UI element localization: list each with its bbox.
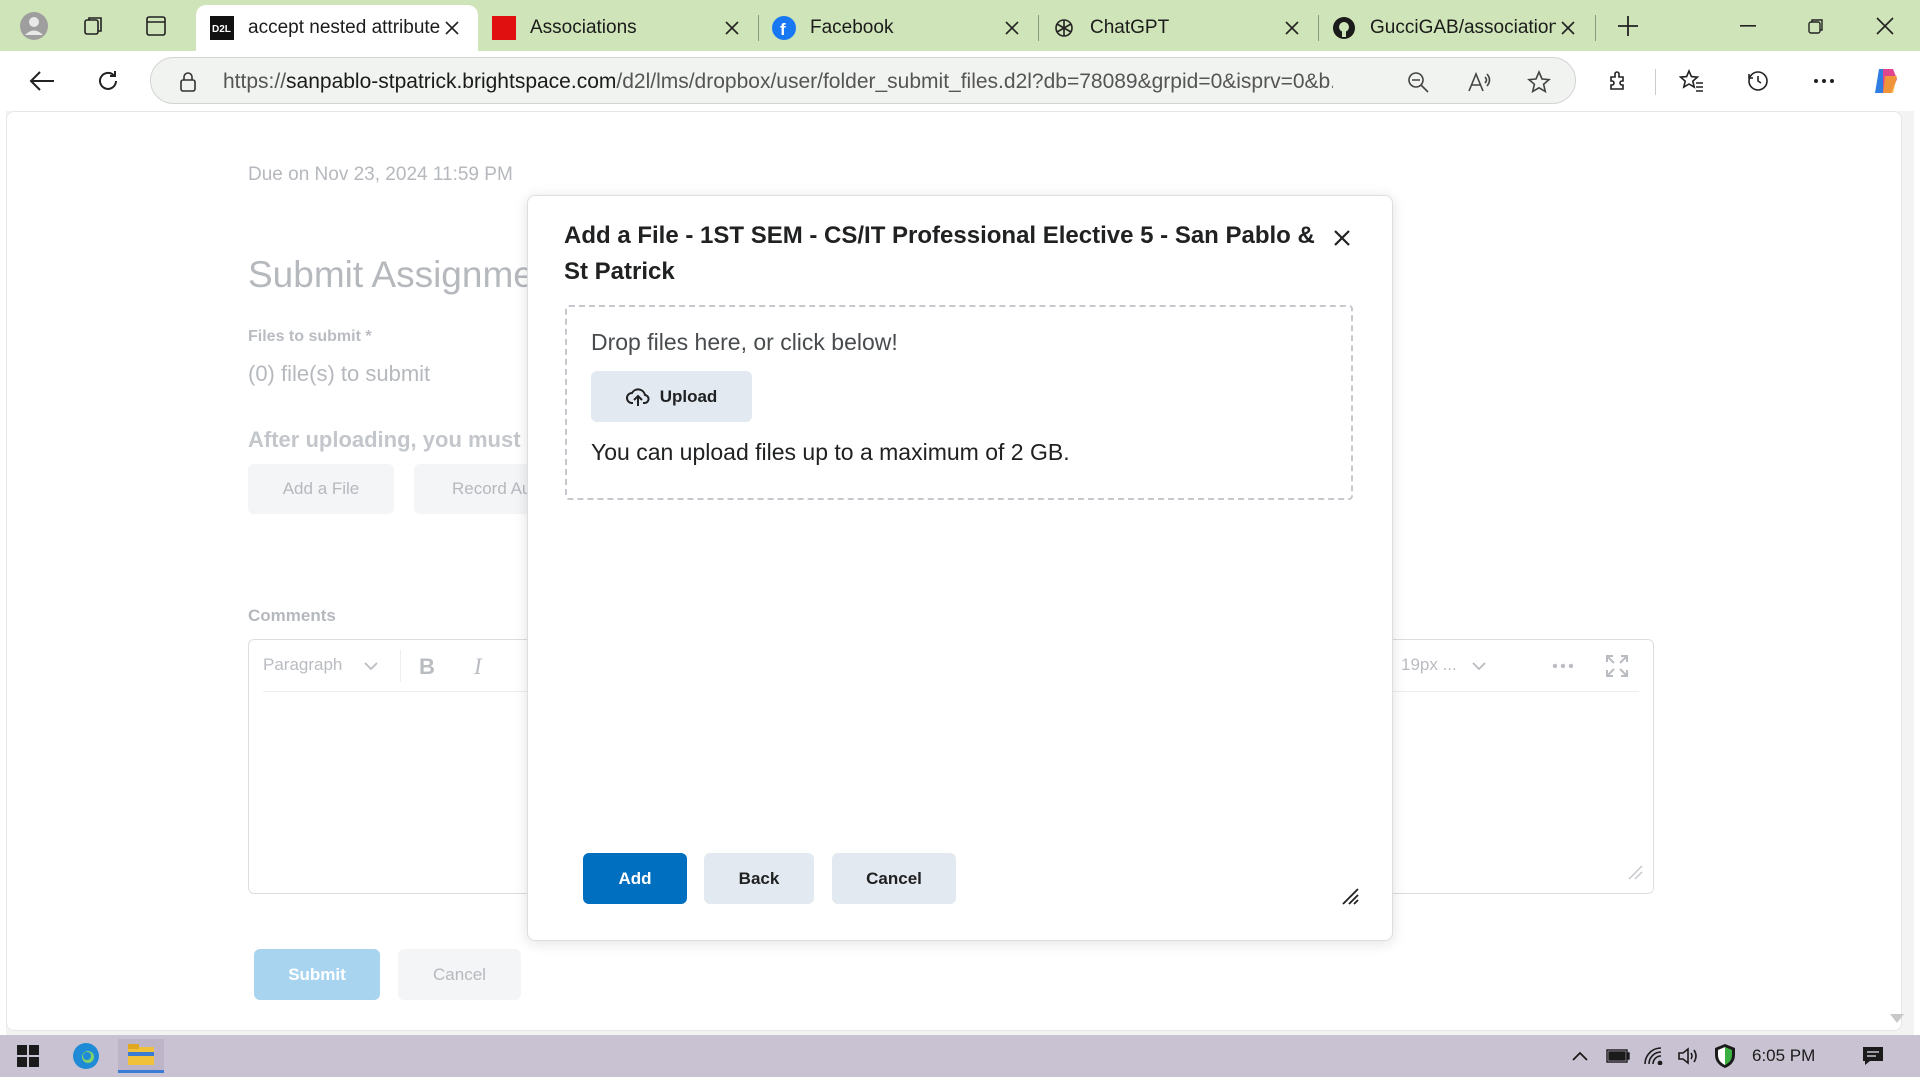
vertical-tabs-icon[interactable] — [140, 10, 172, 42]
browser-tab-strip: D2L accept nested attribute Associations… — [0, 0, 1920, 51]
due-date: Due on Nov 23, 2024 11:59 PM — [248, 164, 513, 185]
zoom-icon[interactable] — [1403, 67, 1433, 97]
close-icon[interactable] — [1280, 16, 1304, 40]
svg-text:f: f — [780, 20, 786, 39]
tab-title: Associations — [530, 17, 637, 38]
tab-title: ChatGPT — [1090, 17, 1170, 38]
url-prefix: https:// — [223, 70, 287, 93]
more-options-icon[interactable] — [1806, 63, 1842, 99]
read-aloud-icon[interactable] — [1464, 67, 1494, 97]
font-size-select[interactable]: 19px ... — [1401, 655, 1457, 675]
fullscreen-icon[interactable] — [1603, 652, 1631, 680]
chevron-up-icon[interactable] — [1568, 1039, 1592, 1073]
workspaces-icon[interactable] — [78, 10, 110, 42]
tab-github-associations[interactable]: GucciGAB/associations — [1318, 5, 1594, 51]
taskbar-clock[interactable]: 6:05 PM — [1752, 1046, 1815, 1066]
battery-icon[interactable] — [1604, 1039, 1632, 1073]
close-icon[interactable] — [720, 16, 744, 40]
after-uploading-text: After uploading, you must c — [248, 427, 539, 452]
minimize-icon[interactable] — [1718, 6, 1778, 46]
max-size-text: You can upload files up to a maximum of … — [591, 439, 1070, 465]
back-arrow-icon[interactable] — [24, 63, 60, 99]
history-icon[interactable] — [1740, 63, 1776, 99]
url-text[interactable]: https://sanpablo-stpatrick.brightspace.c… — [223, 70, 1333, 94]
file-explorer-icon[interactable] — [118, 1039, 164, 1073]
bold-icon[interactable]: B — [413, 652, 441, 680]
tab-title: Facebook — [810, 17, 894, 38]
upload-button[interactable]: Upload — [591, 371, 752, 422]
wifi-icon[interactable] — [1640, 1039, 1668, 1073]
github-icon — [1332, 16, 1356, 40]
cancel-button[interactable]: Cancel — [398, 949, 521, 1000]
back-button[interactable]: Back — [704, 853, 814, 904]
more-icon[interactable] — [1549, 652, 1577, 680]
extensions-icon[interactable] — [1601, 63, 1637, 99]
security-shield-icon[interactable] — [1710, 1039, 1740, 1073]
red-square-icon — [492, 16, 516, 40]
close-icon[interactable] — [1000, 16, 1024, 40]
add-button[interactable]: Add — [583, 853, 687, 904]
reload-icon[interactable] — [90, 63, 126, 99]
notifications-icon[interactable] — [1856, 1039, 1890, 1073]
window-close-icon[interactable] — [1855, 6, 1915, 46]
facebook-icon: f — [772, 16, 796, 40]
toolbar-divider — [400, 650, 401, 682]
chevron-down-icon[interactable] — [357, 652, 385, 680]
edge-browser-icon[interactable] — [64, 1039, 108, 1073]
italic-icon[interactable]: I — [466, 652, 494, 680]
chatgpt-icon — [1052, 16, 1076, 40]
tab-associations[interactable]: Associations — [478, 5, 758, 51]
tab-title: GucciGAB/associations — [1370, 17, 1556, 38]
tab-title: accept nested attribute — [248, 17, 440, 38]
file-drop-zone[interactable]: Drop files here, or click below! Upload … — [565, 305, 1353, 500]
favorite-star-icon[interactable] — [1524, 67, 1554, 97]
profile-avatar-icon[interactable] — [18, 10, 50, 42]
url-host: sanpablo-stpatrick.brightspace.com — [286, 70, 617, 93]
new-tab-icon[interactable] — [1612, 10, 1644, 42]
volume-icon[interactable] — [1674, 1039, 1702, 1073]
format-select[interactable]: Paragraph — [263, 655, 342, 675]
scroll-down-arrow-icon[interactable] — [1890, 1011, 1904, 1023]
windows-start-icon[interactable] — [8, 1039, 48, 1073]
dialog-resize-icon[interactable] — [1340, 886, 1360, 906]
url-path: /d2l/lms/dropbox/user/folder_submit_file… — [616, 70, 1333, 93]
close-icon[interactable] — [1330, 226, 1354, 250]
drop-files-text: Drop files here, or click below! — [591, 329, 898, 355]
close-icon[interactable] — [1556, 16, 1580, 40]
d2l-icon: D2L — [210, 16, 234, 40]
record-audio-button[interactable]: Record Au — [414, 464, 534, 514]
page-title: Submit Assignment — [248, 254, 565, 295]
close-icon[interactable] — [440, 16, 464, 40]
resize-handle-icon[interactable] — [1627, 864, 1643, 885]
upload-label: Upload — [659, 386, 718, 406]
files-to-submit-label: Files to submit * — [248, 328, 372, 345]
dialog-title: Add a File - 1ST SEM - CS/IT Professiona… — [564, 222, 1315, 285]
files-count: (0) file(s) to submit — [248, 361, 431, 386]
chevron-down-icon[interactable] — [1465, 652, 1493, 680]
svg-text:D2L: D2L — [212, 24, 231, 35]
lock-icon[interactable] — [173, 67, 203, 97]
browser-toolbar: https://sanpablo-stpatrick.brightspace.c… — [0, 51, 1920, 111]
add-file-button[interactable]: Add a File — [248, 464, 394, 514]
tab-chatgpt[interactable]: ChatGPT — [1038, 5, 1318, 51]
svg-text:B: B — [419, 655, 435, 677]
svg-text:I: I — [473, 655, 483, 677]
cloud-upload-icon — [625, 387, 650, 406]
restore-icon[interactable] — [1786, 6, 1846, 46]
address-bar[interactable]: https://sanpablo-stpatrick.brightspace.c… — [150, 57, 1576, 104]
dialog-cancel-button[interactable]: Cancel — [832, 853, 956, 904]
tab-accept-nested-attribute[interactable]: D2L accept nested attribute — [196, 5, 478, 51]
windows-taskbar: 6:05 PM — [0, 1035, 1920, 1077]
tab-separator — [1595, 15, 1596, 41]
add-file-dialog: Add a File - 1ST SEM - CS/IT Professiona… — [527, 195, 1393, 941]
copilot-icon[interactable] — [1868, 63, 1904, 99]
comments-label: Comments — [248, 606, 336, 625]
toolbar-separator — [1655, 69, 1656, 95]
submit-button[interactable]: Submit — [254, 949, 380, 1000]
favorites-icon[interactable] — [1674, 63, 1710, 99]
tab-facebook[interactable]: f Facebook — [758, 5, 1038, 51]
